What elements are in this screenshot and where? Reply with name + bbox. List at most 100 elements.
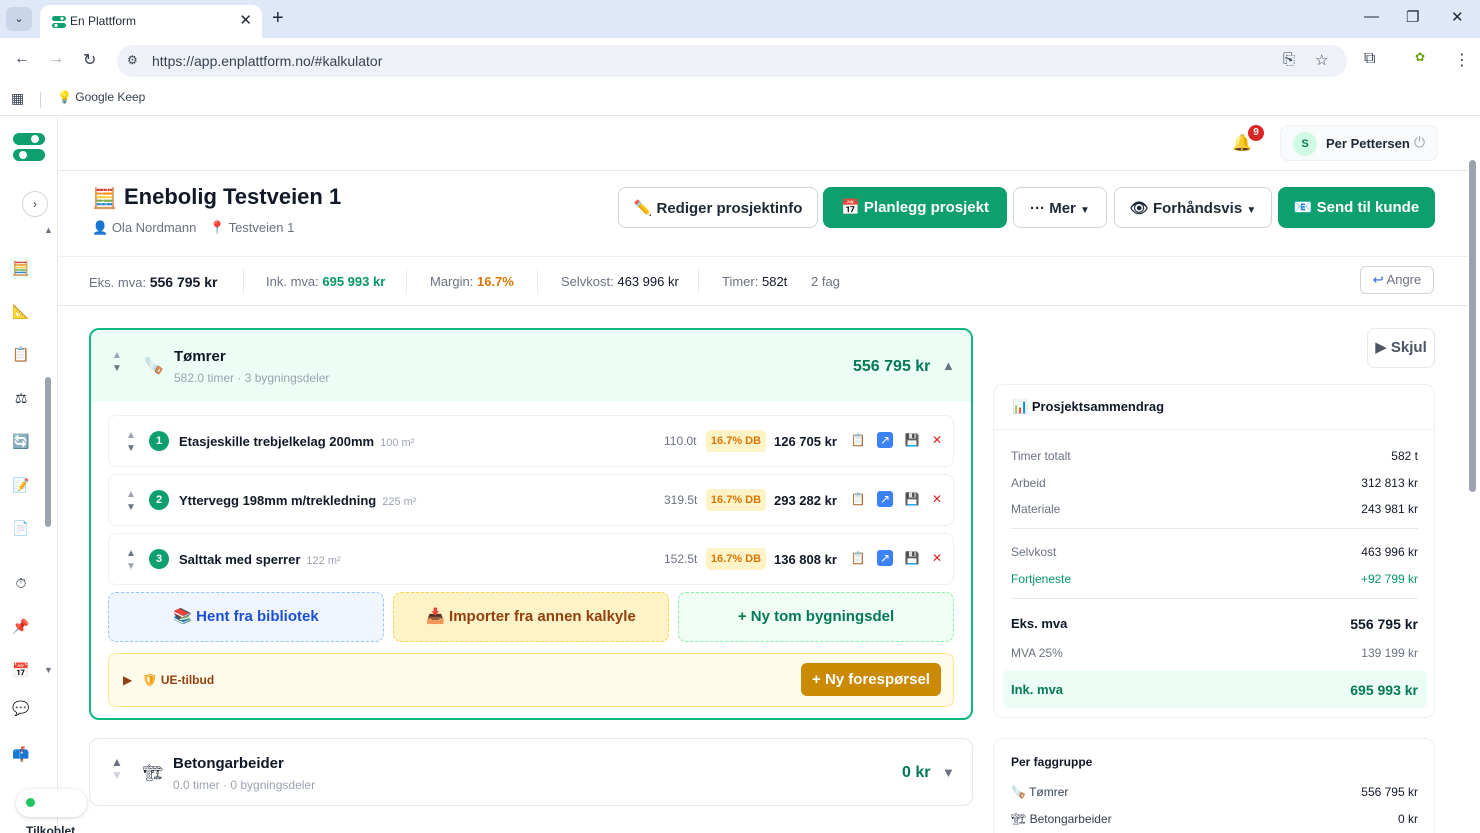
trade-header[interactable]: ▲ ▼ 🪚 Tømrer 582.0 timer · 3 bygningsdele… (91, 330, 971, 402)
profile-icon[interactable]: ✿ (1415, 50, 1425, 64)
calculator-icon: 🧮 (12, 260, 30, 276)
move-down-icon[interactable]: ▼ (126, 443, 136, 454)
undo-button[interactable]: ↩ Angre (1360, 266, 1434, 294)
move-down-icon[interactable]: ▼ (111, 768, 123, 782)
open-external-icon[interactable]: ↗ (877, 491, 893, 507)
user-menu[interactable]: S Per Pettersen ⏻ (1280, 125, 1438, 161)
send-to-customer-button[interactable]: 📧 Send til kunde (1278, 187, 1435, 228)
reload-icon[interactable]: ↻ (83, 50, 96, 70)
app-logo[interactable] (13, 131, 45, 163)
import-calculation-button[interactable]: 📥 Importer fra annen kalkyle (393, 592, 669, 642)
save-icon[interactable]: 💾 (904, 550, 920, 566)
window-close-icon[interactable]: ✕ (1451, 8, 1464, 26)
stat-selvkost: Selvkost: 463 996 kr (561, 274, 679, 289)
reorder-arrows[interactable]: ▲ ▼ (126, 547, 136, 573)
edit-project-button[interactable]: ✏️ Rediger prosjektinfo (618, 187, 818, 228)
sidebar-item-measure[interactable]: 📐 (10, 300, 32, 322)
back-icon[interactable]: ← (14, 50, 30, 68)
open-external-icon[interactable]: ↗ (877, 550, 893, 566)
url-field[interactable]: ⚙ https://app.enplattform.no/#kalkulator… (117, 45, 1347, 77)
ue-toggle[interactable]: ▶ 🛡 UE-tilbud (123, 673, 214, 687)
collapse-icon[interactable]: ▲ (942, 358, 955, 373)
save-icon[interactable]: 💾 (904, 491, 920, 507)
part-hours: 110.0t (664, 434, 697, 448)
delete-icon[interactable]: ✕ (929, 432, 945, 448)
building-part-row[interactable]: ▲ ▼ 2 Yttervegg 198mm m/trekledning 225 m²… (108, 474, 954, 526)
fetch-from-library-button[interactable]: 📚 Hent fra bibliotek (108, 592, 384, 642)
sidebar-item-notes[interactable]: 📝 (10, 474, 32, 496)
new-tab-icon[interactable]: + (272, 7, 284, 30)
stat-eks-mva: Eks. mva: 556 795 kr (89, 274, 217, 290)
apps-grid-icon[interactable]: ▦ (11, 90, 24, 107)
bookmark-star-icon[interactable]: ☆ (1315, 51, 1328, 69)
sidebar-scroll-down-icon[interactable]: ▼ (44, 665, 53, 675)
browser-menu-icon[interactable]: ⋮ (1454, 50, 1470, 70)
sidebar-scrollbar[interactable] (45, 377, 51, 527)
sidebar-item-pins[interactable]: 📌 (10, 615, 32, 637)
customer-info: 👤 Ola Nordmann (92, 220, 196, 236)
page-scrollbar-thumb[interactable] (1469, 160, 1476, 492)
bookmarks-divider (40, 92, 41, 108)
stat-value: 582t (761, 274, 788, 289)
building-part-row[interactable]: ▲ ▼ 1 Etasjeskille trebjelkelag 200mm 100 … (108, 415, 954, 467)
summary-value: 556 795 kr (1350, 616, 1418, 632)
sidebar-item-mail[interactable]: 📫 (10, 743, 32, 765)
preview-button[interactable]: 👁 Forhåndsvis ▼ (1114, 187, 1272, 228)
delete-icon[interactable]: ✕ (929, 491, 945, 507)
sidebar-item-tasks[interactable]: 📋 (10, 343, 32, 365)
tab-search-button[interactable]: ⌄ (6, 7, 32, 31)
part-name: Yttervegg 198mm m/trekledning 225 m² (179, 493, 416, 508)
reorder-arrows[interactable]: ▲ ▼ (126, 429, 136, 455)
logout-icon[interactable]: ⏻ (1414, 134, 1425, 151)
caret-down-icon: ▼ (1080, 205, 1090, 216)
new-request-button[interactable]: + Ny forespørsel (801, 663, 941, 696)
move-up-icon[interactable]: ▲ (126, 430, 136, 441)
delete-icon[interactable]: ✕ (929, 550, 945, 566)
sidebar-item-chat[interactable]: 💬 (10, 697, 32, 719)
clipboard-icon[interactable]: 📋 (850, 491, 866, 507)
hide-summary-button[interactable]: ▶ Skjul (1367, 328, 1435, 368)
new-building-part-button[interactable]: + Ny tom bygningsdel (678, 592, 954, 642)
move-up-icon[interactable]: ▲ (112, 350, 122, 361)
open-external-icon[interactable]: ↗ (877, 432, 893, 448)
move-down-icon[interactable]: ▼ (112, 363, 122, 374)
tab-close-icon[interactable]: ✕ (239, 11, 252, 29)
move-up-icon[interactable]: ▲ (126, 548, 136, 559)
clipboard-icon[interactable]: 📋 (850, 550, 866, 566)
move-up-icon[interactable]: ▲ (126, 489, 136, 500)
browser-tab[interactable]: En Plattform ✕ (40, 5, 262, 38)
maximize-icon[interactable]: ❐ (1406, 8, 1419, 26)
sidebar-expand-button[interactable]: › (22, 191, 48, 217)
move-down-icon[interactable]: ▼ (126, 502, 136, 513)
forward-icon[interactable]: → (48, 50, 64, 68)
part-name-text: Salttak med sperrer (179, 552, 301, 567)
minimize-icon[interactable]: — (1364, 8, 1379, 25)
sidebar-item-timer[interactable]: ⏱ (10, 572, 32, 594)
more-menu-button[interactable]: ··· Mer ▼ (1013, 187, 1107, 228)
part-price: 126 705 kr (774, 434, 837, 449)
move-up-icon[interactable]: ▲ (111, 755, 123, 769)
shield-icon: 🛡 (142, 673, 158, 687)
sidebar-item-sync[interactable]: 🔄 (10, 430, 32, 452)
stat-value: 463 996 kr (617, 274, 679, 289)
sidebar-item-documents[interactable]: 📄 (10, 517, 32, 539)
expand-icon[interactable]: ▼ (942, 765, 955, 780)
sidebar-item-legal[interactable]: ⚖ (10, 387, 32, 409)
summary-label: MVA 25% (1011, 646, 1063, 660)
building-part-row[interactable]: ▲ ▼ 3 Salttak med sperrer 122 m² 152.5t 16… (108, 533, 954, 585)
sidebar-item-calendar[interactable]: 📅 (10, 659, 32, 681)
trade-card-betong[interactable]: ▲ ▼ 🏗 Betongarbeider 0.0 timer · 0 bygnin… (89, 738, 973, 806)
plan-project-button[interactable]: 📅 Planlegg prosjekt (823, 187, 1007, 228)
reorder-arrows[interactable]: ▲ ▼ (126, 488, 136, 514)
extensions-icon[interactable]: ⧉ (1364, 50, 1375, 68)
reorder-arrows[interactable]: ▲ ▼ (112, 349, 122, 375)
reorder-arrows[interactable]: ▲ ▼ (111, 756, 123, 782)
clipboard-icon[interactable]: 📋 (850, 432, 866, 448)
bookmark-google-keep[interactable]: 💡 Google Keep (57, 90, 145, 104)
move-down-icon[interactable]: ▼ (126, 561, 136, 572)
install-app-icon[interactable]: ⎘ (1283, 51, 1295, 68)
sidebar-scroll-up-icon[interactable]: ▲ (44, 225, 53, 235)
sidebar-item-kalkulator[interactable]: 🧮 (10, 257, 32, 279)
site-settings-icon[interactable]: ⚙ (127, 53, 138, 67)
save-icon[interactable]: 💾 (904, 432, 920, 448)
